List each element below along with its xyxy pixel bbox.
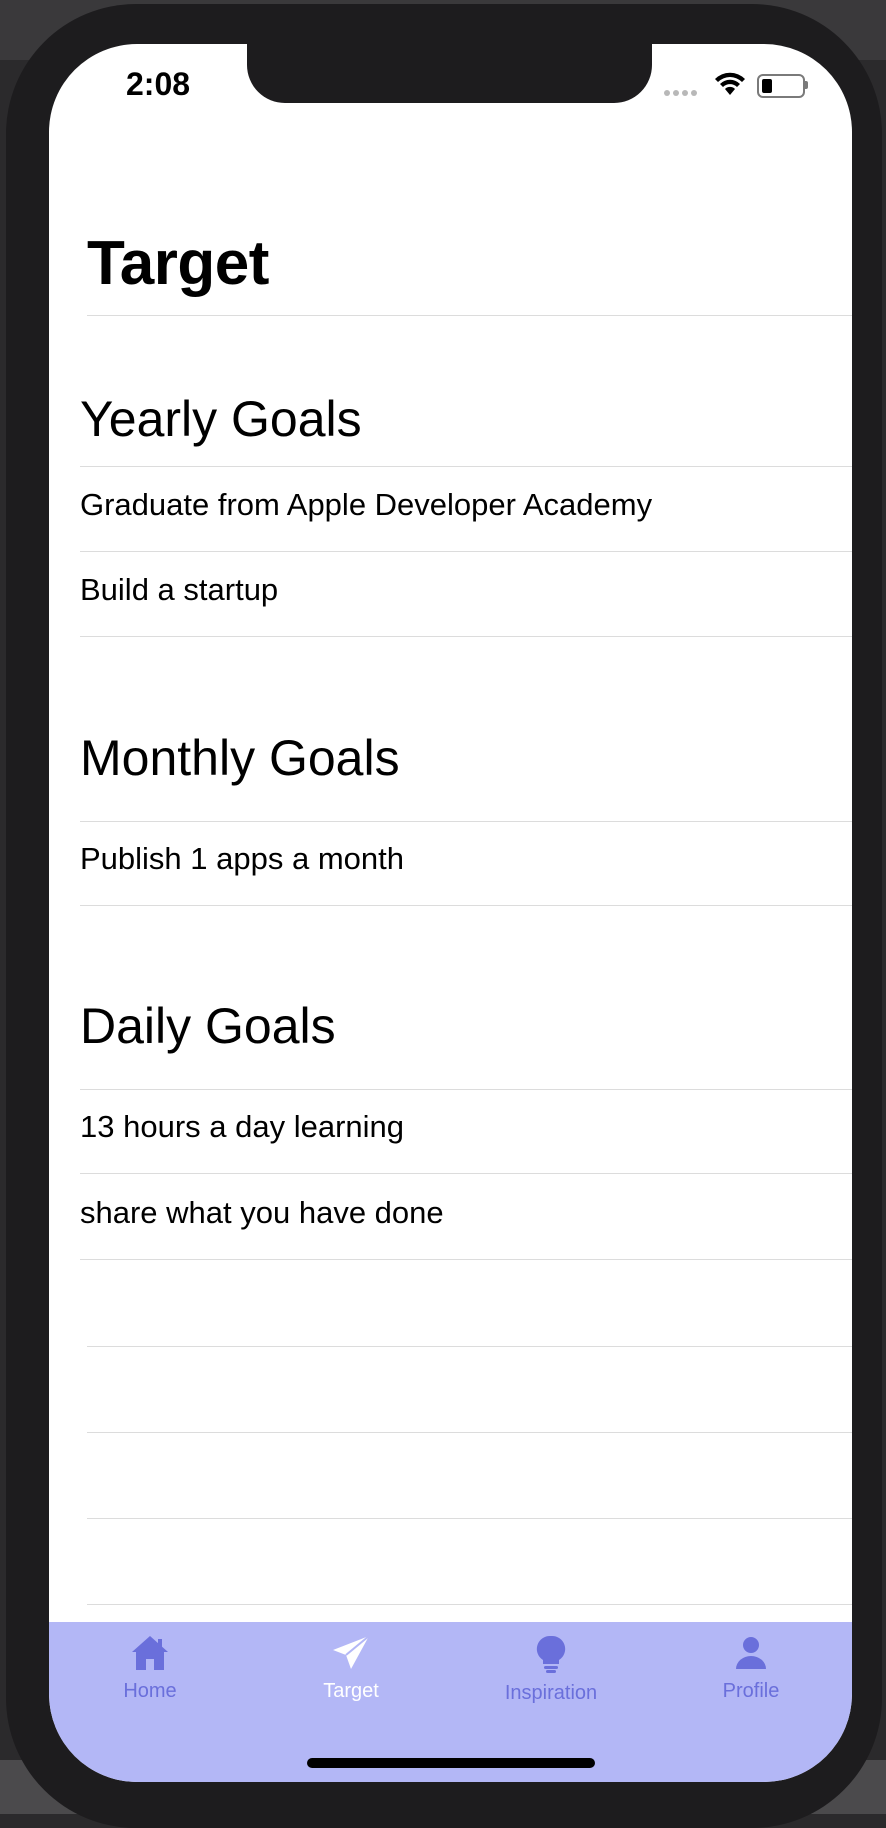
home-indicator[interactable] [307, 1758, 595, 1768]
empty-row-separator [87, 1432, 852, 1433]
goal-label: Build a startup [80, 572, 279, 607]
tab-label: Home [123, 1680, 177, 1702]
goal-row[interactable]: Graduate from Apple Developer Academy [80, 467, 852, 552]
tab-label: Inspiration [504, 1682, 598, 1704]
tab-label: Profile [722, 1680, 780, 1702]
tab-label: Target [323, 1680, 379, 1702]
lightbulb-icon [536, 1635, 566, 1673]
goal-label: Graduate from Apple Developer Academy [80, 487, 653, 522]
tab-bar: Home Target Inspiration Profile [49, 1622, 852, 1782]
battery-icon [757, 74, 805, 98]
phone-frame: 2:08 Target Yearly Goals Graduate from A… [6, 4, 882, 1828]
battery-cap [805, 81, 808, 89]
tab-profile[interactable]: Profile [676, 1634, 826, 1724]
section-header-monthly: Monthly Goals [80, 730, 400, 786]
cellular-signal-icon [664, 83, 700, 101]
empty-row-separator [87, 1346, 852, 1347]
status-time: 2:08 [126, 66, 191, 102]
house-icon [132, 1636, 168, 1670]
section-header-daily: Daily Goals [80, 998, 336, 1054]
section-header-yearly: Yearly Goals [80, 391, 362, 447]
goal-label: Publish 1 apps a month [80, 841, 404, 876]
goal-row[interactable]: Publish 1 apps a month [80, 821, 852, 906]
goal-row[interactable]: 13 hours a day learning [80, 1089, 852, 1174]
phone-screen: 2:08 Target Yearly Goals Graduate from A… [49, 44, 852, 1782]
page-title: Target [87, 229, 269, 298]
paperplane-icon [333, 1635, 370, 1669]
goal-row[interactable]: share what you have done [80, 1175, 852, 1260]
status-indicators [664, 71, 814, 101]
empty-row-separator [87, 1604, 852, 1605]
tab-inspiration[interactable]: Inspiration [476, 1634, 626, 1724]
divider [87, 315, 852, 316]
notch [247, 44, 652, 103]
goal-row[interactable]: Build a startup [80, 552, 852, 637]
empty-row-separator [87, 1518, 852, 1519]
goal-label: share what you have done [80, 1195, 444, 1230]
goal-label: 13 hours a day learning [80, 1109, 405, 1144]
tab-target[interactable]: Target [276, 1634, 426, 1724]
tab-home[interactable]: Home [75, 1634, 225, 1724]
wifi-icon [715, 72, 745, 95]
person-icon [736, 1637, 766, 1669]
